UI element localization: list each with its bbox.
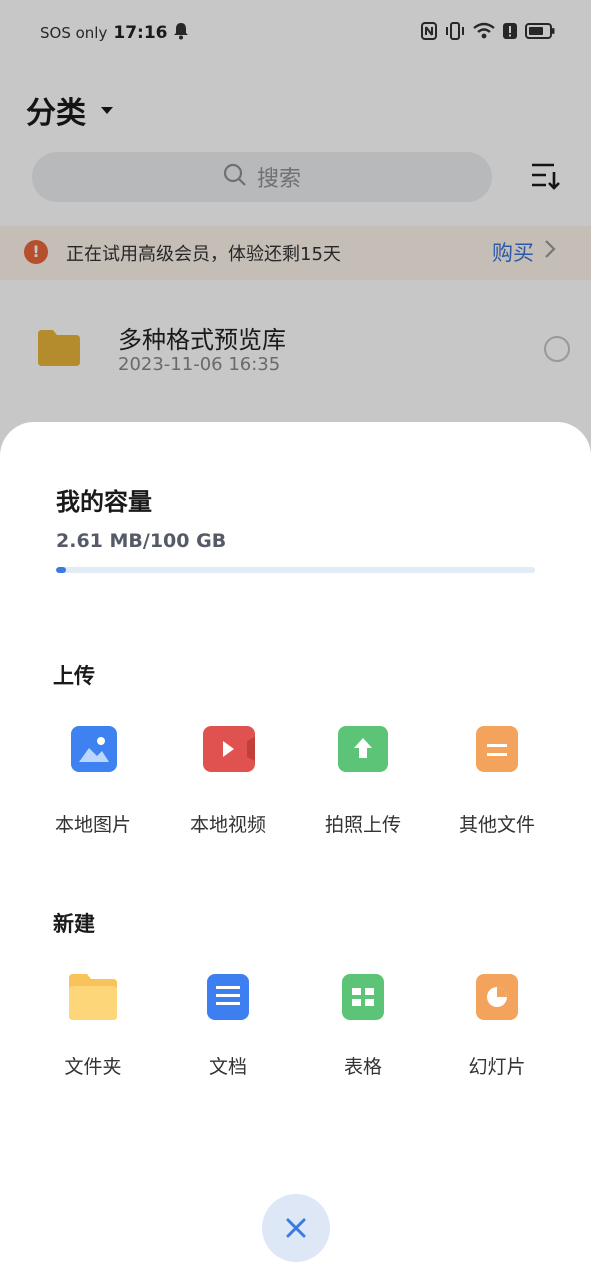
upload-item-label: 本地图片	[54, 814, 131, 836]
file-icon	[476, 726, 518, 772]
create-section-title: 新建	[53, 912, 95, 936]
document-icon	[207, 974, 249, 1020]
folder-icon	[69, 974, 117, 1020]
capacity-value: 2.61 MB/100 GB	[56, 530, 227, 552]
upload-other-file-button[interactable]: 其他文件	[442, 726, 552, 856]
capacity-progress-fill	[56, 567, 66, 573]
slides-icon	[476, 974, 518, 1020]
capacity-progress-bar	[56, 567, 535, 573]
upload-item-label: 拍照上传	[324, 814, 401, 836]
close-button[interactable]	[262, 1194, 330, 1262]
new-folder-button[interactable]: 文件夹	[38, 974, 148, 1104]
create-item-label: 文件夹	[64, 1056, 122, 1078]
upload-camera-button[interactable]: 拍照上传	[308, 726, 418, 856]
new-slides-button[interactable]: 幻灯片	[442, 974, 552, 1104]
create-item-label: 表格	[343, 1056, 382, 1078]
upload-local-video-button[interactable]: 本地视频	[173, 726, 283, 856]
create-item-label: 文档	[208, 1056, 247, 1078]
action-sheet: 我的容量 2.61 MB/100 GB 上传 本地图片 本地视频 拍照上传 其他…	[0, 422, 591, 1280]
upload-grid: 本地图片 本地视频 拍照上传 其他文件	[0, 726, 591, 856]
upload-section-title: 上传	[53, 664, 95, 688]
video-icon	[203, 726, 255, 772]
create-grid: 文件夹 文档 表格 幻灯片	[0, 974, 591, 1104]
spreadsheet-icon	[342, 974, 384, 1020]
close-icon	[286, 1218, 306, 1238]
create-item-label: 幻灯片	[468, 1056, 526, 1078]
new-spreadsheet-button[interactable]: 表格	[308, 974, 418, 1104]
capacity-title: 我的容量	[56, 488, 152, 516]
upload-item-label: 本地视频	[189, 814, 266, 836]
new-document-button[interactable]: 文档	[173, 974, 283, 1104]
upload-item-label: 其他文件	[458, 814, 535, 836]
image-icon	[71, 726, 117, 772]
camera-upload-icon	[338, 726, 388, 772]
upload-local-image-button[interactable]: 本地图片	[38, 726, 148, 856]
